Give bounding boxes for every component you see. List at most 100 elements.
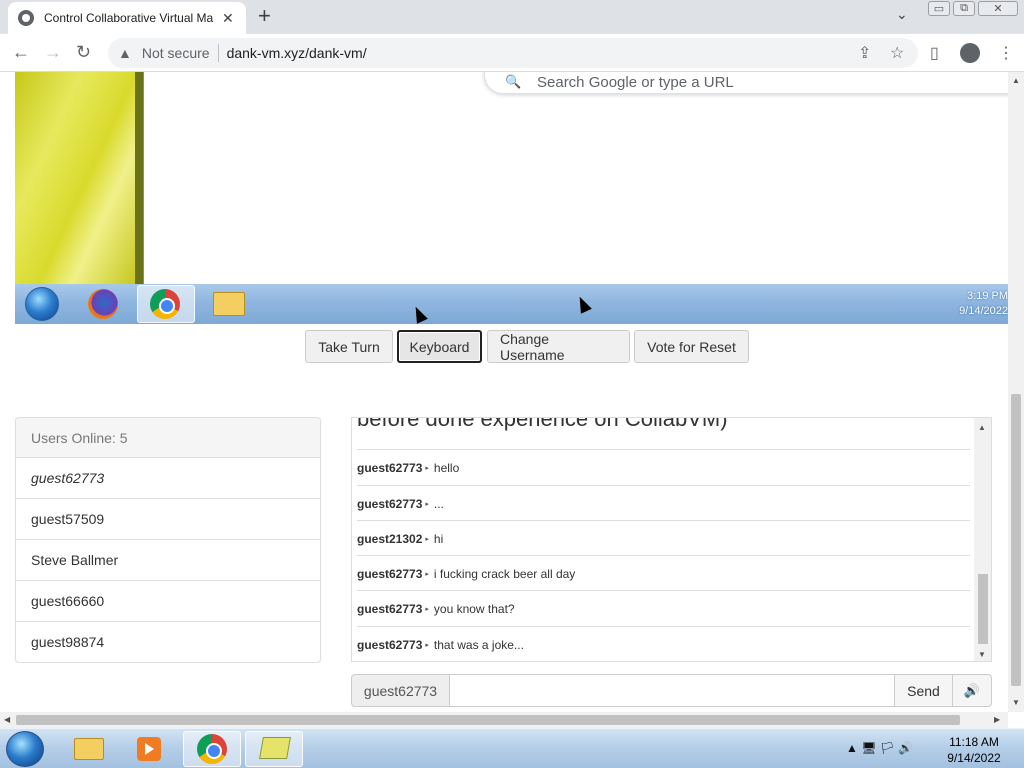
vm-folder-icon bbox=[213, 292, 245, 316]
chat-username: guest62773 bbox=[357, 460, 423, 475]
take-turn-button[interactable]: Take Turn bbox=[305, 330, 393, 363]
address-bar[interactable]: ▲ Not secure dank-vm.xyz/dank-vm/ bbox=[108, 38, 918, 68]
clock-time: 11:18 AM bbox=[949, 735, 999, 749]
scroll-down-icon[interactable]: ▼ bbox=[978, 650, 986, 659]
security-label: Not secure bbox=[141, 45, 210, 61]
chat-username: guest21302 bbox=[357, 531, 423, 546]
search-icon: 🔍 bbox=[505, 74, 522, 89]
chat-username: guest62773 bbox=[357, 637, 423, 652]
arrow-icon: ▸ bbox=[425, 570, 429, 578]
scroll-down-icon[interactable]: ▼ bbox=[1012, 698, 1020, 707]
arrow-icon: ▸ bbox=[425, 464, 429, 472]
tab-search-icon[interactable]: ⌄ bbox=[896, 6, 908, 23]
user-list-item[interactable]: Steve Ballmer bbox=[16, 540, 320, 581]
vm-start-orb-icon bbox=[25, 287, 59, 321]
maximize-button[interactable]: ⧉ bbox=[953, 1, 975, 16]
vm-search-placeholder: Search Google or type a URL bbox=[537, 74, 734, 91]
chat-scrollbar[interactable]: ▲ ▼ bbox=[974, 418, 991, 661]
vm-google-search-box: 🔍 Search Google or type a URL bbox=[484, 72, 1008, 94]
arrow-icon: ▸ bbox=[425, 605, 429, 613]
globe-icon bbox=[18, 10, 34, 26]
share-icon[interactable]: ⇪ bbox=[858, 43, 871, 63]
close-window-button[interactable]: ✕ bbox=[978, 1, 1018, 16]
user-list-item[interactable]: guest57509 bbox=[16, 499, 320, 540]
chat-input[interactable] bbox=[450, 674, 895, 707]
folder-icon bbox=[74, 738, 104, 760]
scroll-up-icon[interactable]: ▲ bbox=[1012, 76, 1020, 85]
app-icon bbox=[259, 737, 291, 759]
users-online-panel: Users Online: 5 guest62773 guest57509 St… bbox=[15, 417, 321, 663]
page-scrollbar-thumb[interactable] bbox=[1011, 394, 1021, 686]
arrow-icon: ▸ bbox=[425, 641, 429, 649]
reload-button[interactable]: ↻ bbox=[76, 42, 91, 62]
vm-chrome-icon bbox=[150, 289, 180, 319]
chat-input-group: guest62773 Send 🔊 bbox=[351, 674, 992, 707]
users-online-header: Users Online: 5 bbox=[16, 418, 320, 458]
profile-avatar[interactable] bbox=[960, 43, 980, 63]
chat-username: guest62773 bbox=[357, 496, 423, 511]
tab-title: Control Collaborative Virtual Ma bbox=[44, 11, 214, 25]
chat-message: guest62773 ▸ hello bbox=[357, 449, 970, 485]
vm-clock-date: 9/14/2022 bbox=[959, 305, 1008, 317]
menu-icon[interactable]: ⋮ bbox=[998, 43, 1014, 63]
browser-tab[interactable]: Control Collaborative Virtual Ma ✕ bbox=[8, 2, 246, 34]
scroll-left-icon[interactable]: ◀ bbox=[4, 715, 10, 724]
forward-button[interactable]: → bbox=[44, 42, 62, 62]
scroll-right-icon[interactable]: ▶ bbox=[994, 715, 1000, 724]
bookmark-star-icon[interactable]: ☆ bbox=[890, 43, 904, 63]
minimize-button[interactable]: ▭ bbox=[928, 1, 950, 16]
user-list-item[interactable]: guest62773 bbox=[16, 458, 320, 499]
arrow-icon: ▸ bbox=[425, 500, 429, 508]
clock-date: 9/14/2022 bbox=[947, 751, 1001, 765]
chat-username: guest62773 bbox=[357, 601, 423, 616]
tab-strip: Control Collaborative Virtual Ma ✕ + ⌄ ▭… bbox=[0, 0, 1024, 34]
send-button[interactable]: Send bbox=[895, 674, 953, 707]
vote-reset-button[interactable]: Vote for Reset bbox=[634, 330, 749, 363]
chat-message: guest62773 ▸ that was a joke... bbox=[357, 626, 970, 661]
warning-icon: ▲ bbox=[118, 45, 132, 61]
vm-clock: 3:19 PM 9/14/2022 bbox=[959, 289, 1008, 319]
chat-message: guest62773 ▸ you know that? bbox=[357, 590, 970, 626]
chat-overflow-text: before done experience on CollabVM) bbox=[357, 417, 728, 431]
url-text[interactable]: dank-vm.xyz/dank-vm/ bbox=[227, 45, 367, 61]
system-tray-icons[interactable]: ▲ 🖥 🏳 🔊 bbox=[846, 741, 913, 755]
chat-text: hello bbox=[433, 460, 460, 475]
chat-message: guest21302 ▸ hi bbox=[357, 520, 970, 556]
new-tab-button[interactable]: + bbox=[258, 5, 271, 27]
vm-wallpaper bbox=[15, 72, 139, 284]
vm-wallpaper-edge bbox=[135, 72, 143, 284]
page-horizontal-scrollbar[interactable]: ◀ ▶ bbox=[0, 712, 1008, 728]
vm-browser-window: 🔍 Search Google or type a URL bbox=[143, 72, 1008, 284]
chat-username: guest62773 bbox=[357, 566, 423, 581]
media-player-icon bbox=[137, 737, 161, 761]
vm-screen[interactable]: 🔍 Search Google or type a URL 3:19 PM 9/… bbox=[15, 72, 1008, 324]
page-hscrollbar-thumb[interactable] bbox=[16, 715, 960, 725]
user-list-item[interactable]: guest66660 bbox=[16, 581, 320, 622]
start-button-icon[interactable] bbox=[6, 731, 44, 767]
side-panel-icon[interactable]: ▯ bbox=[930, 43, 939, 63]
chat-panel[interactable]: before done experience on CollabVM) gues… bbox=[351, 417, 992, 662]
vm-taskbar: 3:19 PM 9/14/2022 bbox=[15, 284, 1008, 324]
chat-scrollbar-thumb[interactable] bbox=[978, 574, 988, 644]
change-username-button[interactable]: Change Username bbox=[487, 330, 630, 363]
scroll-up-icon[interactable]: ▲ bbox=[978, 423, 986, 432]
keyboard-button[interactable]: Keyboard bbox=[397, 330, 482, 363]
chat-text: hi bbox=[433, 531, 444, 546]
close-tab-icon[interactable]: ✕ bbox=[222, 10, 234, 27]
chat-text: ... bbox=[433, 496, 444, 511]
volume-icon[interactable]: 🔊 bbox=[953, 674, 992, 707]
chat-username-label: guest62773 bbox=[351, 674, 450, 707]
browser-toolbar: ← → ↻ ▲ Not secure dank-vm.xyz/dank-vm/ … bbox=[0, 34, 1024, 72]
chat-text: you know that? bbox=[433, 601, 515, 616]
chat-message: guest62773 ▸ ... bbox=[357, 485, 970, 521]
taskbar-clock[interactable]: 11:18 AM 9/14/2022 bbox=[940, 734, 1008, 766]
chat-message: guest62773 ▸ i fucking crack beer all da… bbox=[357, 555, 970, 591]
page-vertical-scrollbar[interactable]: ▲ ▼ bbox=[1008, 72, 1024, 712]
arrow-icon: ▸ bbox=[425, 535, 429, 543]
user-list-item[interactable]: guest98874 bbox=[16, 622, 320, 662]
back-button[interactable]: ← bbox=[12, 42, 30, 62]
chrome-icon bbox=[197, 734, 227, 764]
vm-firefox-icon bbox=[88, 289, 118, 319]
divider bbox=[217, 44, 219, 62]
chat-text: that was a joke... bbox=[433, 637, 524, 652]
